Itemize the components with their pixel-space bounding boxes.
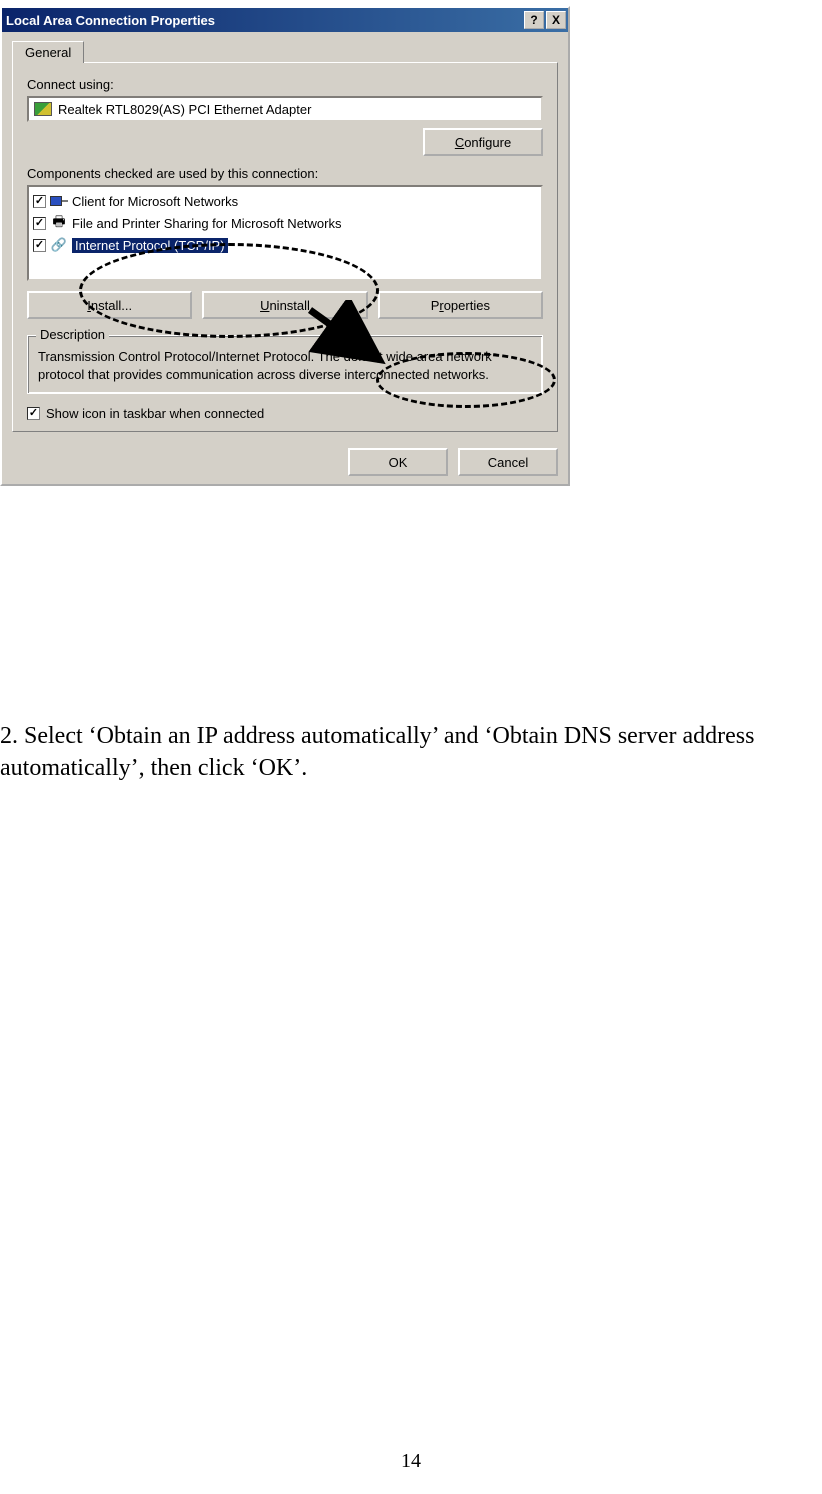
component-label: Internet Protocol (TCP/IP): [72, 238, 228, 253]
dialog-body: General Connect using: Realtek RTL8029(A…: [2, 32, 568, 442]
help-button[interactable]: ?: [524, 11, 544, 29]
component-item-fileprint[interactable]: 🖶 File and Printer Sharing for Microsoft…: [31, 212, 539, 234]
properties-button[interactable]: Properties: [378, 291, 543, 319]
component-label: Client for Microsoft Networks: [72, 194, 238, 209]
dialog-footer: OK Cancel: [2, 442, 568, 484]
ok-button[interactable]: OK: [348, 448, 448, 476]
show-icon-row[interactable]: Show icon in taskbar when connected: [27, 406, 543, 421]
close-button[interactable]: X: [546, 11, 566, 29]
client-icon: [50, 194, 68, 208]
tab-general[interactable]: General: [12, 41, 84, 63]
components-label: Components checked are used by this conn…: [27, 166, 543, 181]
tab-row: General: [12, 40, 558, 62]
printer-icon: 🖶: [50, 214, 68, 232]
configure-button[interactable]: Configure: [423, 128, 543, 156]
instruction-step-2: 2. Select ‘Obtain an IP address automati…: [0, 720, 822, 785]
tab-panel-general: Connect using: Realtek RTL8029(AS) PCI E…: [12, 62, 558, 432]
page-number: 14: [0, 1450, 822, 1473]
description-group: Description Transmission Control Protoco…: [27, 335, 543, 394]
component-item-tcpip[interactable]: 🔗 Internet Protocol (TCP/IP): [31, 234, 539, 256]
dialog-title: Local Area Connection Properties: [6, 13, 524, 28]
checkbox-icon[interactable]: [27, 407, 40, 420]
connect-using-label: Connect using:: [27, 77, 543, 92]
protocol-icon: 🔗: [50, 236, 68, 254]
checkbox-icon[interactable]: [33, 217, 46, 230]
nic-icon: [34, 102, 52, 116]
install-button[interactable]: Install...: [27, 291, 192, 319]
component-item-client[interactable]: Client for Microsoft Networks: [31, 190, 539, 212]
component-actions: Install... Uninstall Properties: [27, 291, 543, 319]
component-label: File and Printer Sharing for Microsoft N…: [72, 216, 341, 231]
properties-dialog: Local Area Connection Properties ? X Gen…: [0, 6, 570, 486]
description-legend: Description: [36, 327, 109, 342]
checkbox-icon[interactable]: [33, 195, 46, 208]
show-icon-label: Show icon in taskbar when connected: [46, 406, 264, 421]
uninstall-button[interactable]: Uninstall: [202, 291, 367, 319]
description-text: Transmission Control Protocol/Internet P…: [38, 348, 532, 383]
adapter-name: Realtek RTL8029(AS) PCI Ethernet Adapter: [58, 102, 311, 117]
titlebar[interactable]: Local Area Connection Properties ? X: [2, 8, 568, 32]
adapter-field[interactable]: Realtek RTL8029(AS) PCI Ethernet Adapter: [27, 96, 543, 122]
components-list[interactable]: Client for Microsoft Networks 🖶 File and…: [27, 185, 543, 281]
checkbox-icon[interactable]: [33, 239, 46, 252]
cancel-button[interactable]: Cancel: [458, 448, 558, 476]
